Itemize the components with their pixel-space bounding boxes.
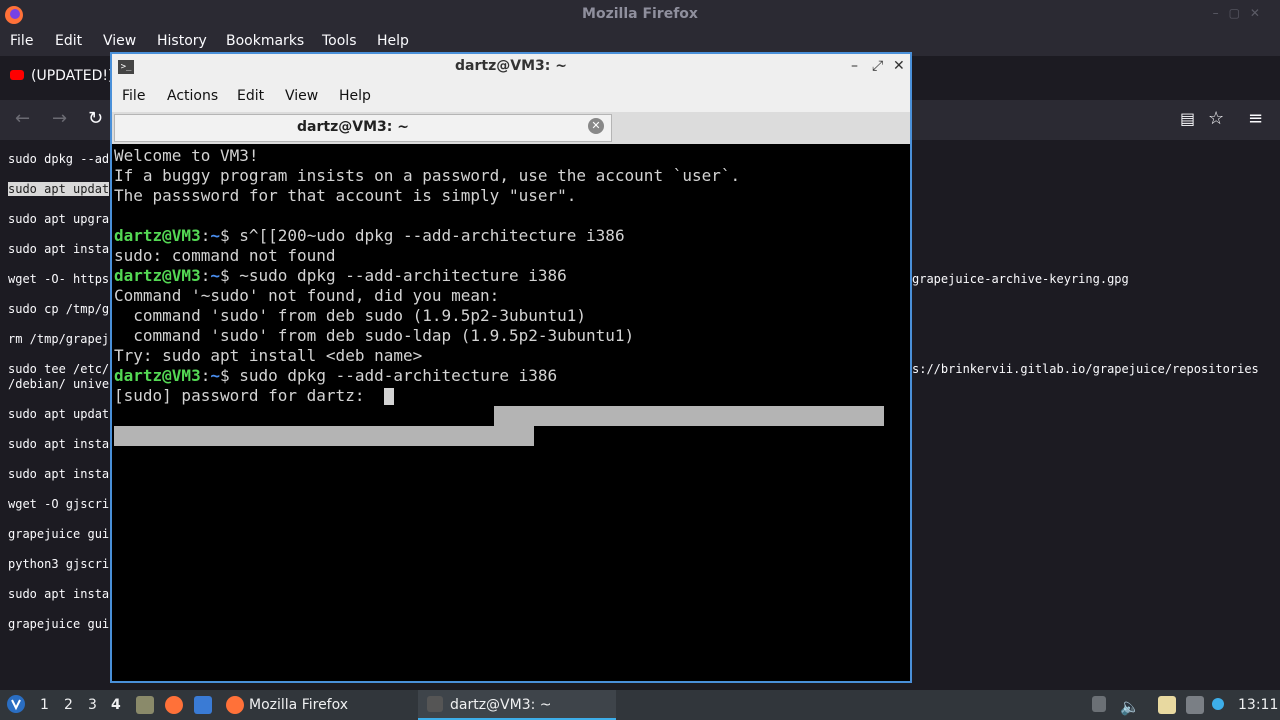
file-manager-icon[interactable] [136, 696, 154, 714]
firefox-window-buttons[interactable]: –▢✕ [1213, 6, 1270, 20]
ff-menu-file[interactable]: File [10, 33, 33, 49]
ff-menu-help[interactable]: Help [377, 33, 409, 49]
prompt-sep: : [200, 226, 211, 245]
page-line: sudo apt updat [8, 407, 110, 421]
prompt-path: ~ [210, 266, 220, 285]
clipboard-icon[interactable] [1158, 696, 1176, 714]
network-icon[interactable] [1186, 696, 1204, 714]
prompt-path: ~ [210, 226, 220, 245]
prompt-symbol: $ [219, 226, 230, 245]
terminal-line: Command '~sudo' not found, did you mean: [114, 286, 500, 305]
page-line-right: grapejuice-archive-keyring.gpg [912, 272, 1129, 286]
page-line: /debian/ unive [8, 377, 110, 391]
terminal-menubar [112, 82, 910, 112]
selection-overlay [494, 406, 884, 426]
terminal-prompt-line: dartz@VM3:~$ ~sudo dpkg --add-architectu… [114, 266, 567, 286]
page-line: sudo apt upgra [8, 212, 110, 226]
term-menu-file[interactable]: File [122, 88, 145, 104]
command-text: sudo dpkg --add-architecture i386 [229, 366, 558, 385]
terminal-prompt-line: dartz@VM3:~$ sudo dpkg --add-architectur… [114, 366, 557, 386]
desktop-icon[interactable] [194, 696, 212, 714]
task-terminal: dartz@VM3: ~ [450, 697, 552, 713]
terminal-line: command 'sudo' from deb sudo (1.9.5p2-3u… [114, 306, 587, 325]
workspace-3[interactable]: 3 [88, 697, 97, 713]
command-text: ~sudo dpkg --add-architecture i386 [229, 266, 567, 285]
task-firefox[interactable]: Mozilla Firefox [249, 697, 348, 713]
page-line: wget -O- https [8, 272, 110, 286]
taskbar [0, 690, 1280, 720]
page-line: wget -O gjscri [8, 497, 110, 511]
ff-menu-bookmarks[interactable]: Bookmarks [226, 33, 304, 49]
volume-icon[interactable]: 🔈 [1120, 697, 1140, 716]
workspace-2[interactable]: 2 [64, 697, 73, 713]
terminal-task-icon [427, 696, 443, 712]
page-line: rm /tmp/grapej [8, 332, 110, 346]
prompt-sep: : [200, 366, 211, 385]
page-line: sudo apt insta [8, 467, 110, 481]
youtube-icon [10, 70, 24, 80]
ff-menu-view[interactable]: View [103, 33, 136, 49]
terminal-line: If a buggy program insists on a password… [114, 166, 741, 185]
reload-icon[interactable]: ↻ [88, 108, 103, 129]
firefox-task-icon [226, 696, 244, 714]
terminal-window-title: dartz@VM3: ~ [455, 58, 567, 74]
close-icon[interactable]: ✕ [893, 58, 905, 74]
prompt-user: dartz@VM3 [114, 266, 201, 285]
terminal-password-prompt: [sudo] password for dartz: [114, 386, 375, 405]
maximize-icon[interactable]: ⤢ [872, 58, 883, 74]
ff-menu-tools[interactable]: Tools [322, 33, 357, 49]
page-line-selected: sudo apt updat [8, 182, 110, 196]
term-menu-edit[interactable]: Edit [237, 88, 264, 104]
page-line: sudo cp /tmp/g [8, 302, 110, 316]
firefox-window-title: Mozilla Firefox [582, 6, 698, 22]
minimize-icon[interactable]: – [851, 58, 858, 74]
terminal-line: Welcome to VM3! [114, 146, 259, 165]
page-line-right: s://brinkervii.gitlab.io/grapejuice/repo… [912, 362, 1259, 376]
terminal-line: sudo: command not found [114, 246, 336, 265]
page-line: sudo dpkg --ad [8, 152, 110, 166]
page-line: grapejuice gui [8, 617, 110, 631]
term-menu-help[interactable]: Help [339, 88, 371, 104]
firefox-tab-title[interactable]: (UPDATED!) [31, 68, 113, 84]
prompt-symbol: $ [219, 366, 230, 385]
command-text: s^[[200~udo dpkg --add-architecture i386 [229, 226, 625, 245]
workspace-4-active[interactable]: 4 [111, 697, 121, 713]
terminal-line: command 'sudo' from deb sudo-ldap (1.9.5… [114, 326, 635, 345]
term-menu-view[interactable]: View [285, 88, 318, 104]
terminal-cursor [384, 388, 394, 405]
back-icon[interactable]: ← [15, 108, 30, 129]
prompt-user: dartz@VM3 [114, 366, 201, 385]
prompt-symbol: $ [219, 266, 230, 285]
clock[interactable]: 13:11 [1238, 697, 1278, 713]
update-notifier-icon[interactable] [1212, 698, 1224, 710]
terminal-tab-label: dartz@VM3: ~ [297, 119, 409, 135]
app-menu-icon[interactable]: ≡ [1248, 108, 1263, 129]
page-line: sudo apt insta [8, 587, 110, 601]
page-line: grapejuice gui [8, 527, 110, 541]
prompt-user: dartz@VM3 [114, 226, 201, 245]
bookmark-star-icon[interactable]: ☆ [1208, 108, 1224, 129]
prompt-sep: : [200, 266, 211, 285]
reader-view-icon[interactable]: ▤ [1180, 109, 1195, 128]
page-line: sudo tee /etc/ [8, 362, 110, 376]
page-line: sudo apt insta [8, 242, 110, 256]
tray-up-arrow-icon[interactable] [1092, 696, 1106, 712]
page-line: python3 gjscri [8, 557, 110, 571]
selection-overlay [114, 426, 534, 446]
terminal-line: The passsword for that account is simply… [114, 186, 577, 205]
terminal-line: Try: sudo apt install <deb name> [114, 346, 423, 365]
prompt-path: ~ [210, 366, 220, 385]
term-menu-actions[interactable]: Actions [167, 88, 218, 104]
workspace-1[interactable]: 1 [40, 697, 49, 713]
terminal-prompt-line: dartz@VM3:~$ s^[[200~udo dpkg --add-arch… [114, 226, 625, 246]
firefox-launcher-icon[interactable] [165, 696, 183, 714]
app-launcher-icon[interactable] [6, 694, 26, 714]
page-line: sudo apt insta [8, 437, 110, 451]
ff-menu-history[interactable]: History [157, 33, 207, 49]
ff-menu-edit[interactable]: Edit [55, 33, 82, 49]
tab-close-icon[interactable]: ✕ [588, 118, 604, 134]
forward-icon[interactable]: → [52, 108, 67, 129]
